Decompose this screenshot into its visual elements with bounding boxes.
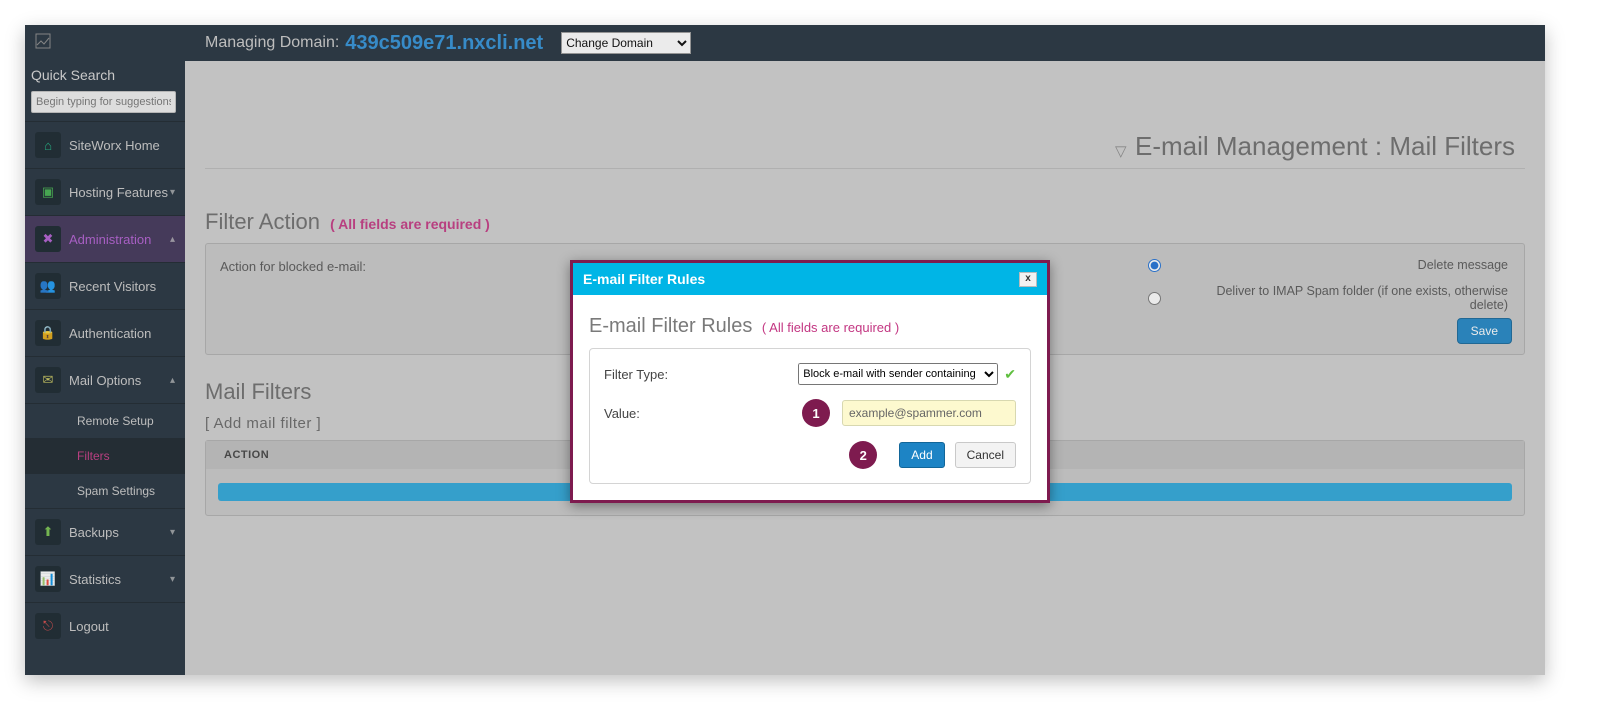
filter-type-select[interactable]: Block e-mail with sender containing <box>798 363 998 385</box>
filter-type-row: Filter Type: Block e-mail with sender co… <box>604 363 1016 385</box>
value-input[interactable] <box>842 400 1016 426</box>
valid-check-icon: ✔ <box>1004 366 1016 383</box>
modal-titlebar[interactable]: E-mail Filter Rules x <box>573 263 1047 295</box>
value-label: Value: <box>604 406 794 421</box>
value-row: Value: 1 <box>604 399 1016 427</box>
email-filter-rules-modal: E-mail Filter Rules x E-mail Filter Rule… <box>570 260 1050 503</box>
app-container: Managing Domain: 439c509e71.nxcli.net Ch… <box>25 25 1545 675</box>
modal-subheading: E-mail Filter Rules ( All fields are req… <box>589 315 1031 338</box>
callout-badge-1: 1 <box>802 399 830 427</box>
modal-close-button[interactable]: x <box>1019 272 1037 287</box>
callout-badge-2: 2 <box>849 441 877 469</box>
modal-title: E-mail Filter Rules <box>583 271 1019 287</box>
modal-subhead-text: E-mail Filter Rules <box>589 315 752 337</box>
filter-type-label: Filter Type: <box>604 367 794 382</box>
modal-button-row: 2 Add Cancel <box>604 441 1016 469</box>
modal-required-hint: ( All fields are required ) <box>762 320 899 335</box>
cancel-button[interactable]: Cancel <box>955 442 1016 468</box>
modal-form-panel: Filter Type: Block e-mail with sender co… <box>589 348 1031 484</box>
modal-body: E-mail Filter Rules ( All fields are req… <box>573 295 1047 500</box>
add-button[interactable]: Add <box>899 442 944 468</box>
